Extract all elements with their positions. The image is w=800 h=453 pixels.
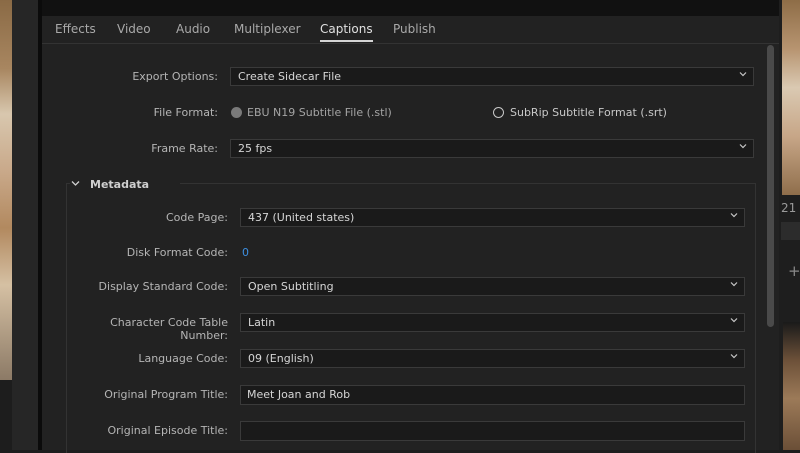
tab-audio[interactable]: Audio: [176, 22, 210, 36]
chevron-down-icon: [739, 70, 747, 78]
plus-icon[interactable]: +: [788, 262, 800, 280]
language-code-label: Language Code:: [72, 352, 228, 365]
language-code-value: 09 (English): [248, 352, 314, 365]
disk-format-code-label: Disk Format Code:: [72, 246, 228, 259]
display-standard-code-value: Open Subtitling: [248, 280, 334, 293]
export-options-value: Create Sidecar File: [238, 70, 341, 83]
left-panel-edge: [12, 0, 38, 450]
frame-rate-select[interactable]: 25 fps: [230, 139, 754, 158]
frame-rate-value: 25 fps: [238, 142, 272, 155]
video-frame-right: [782, 0, 800, 195]
tab-effects[interactable]: Effects: [55, 22, 96, 36]
chevron-down-icon: [730, 211, 738, 219]
code-page-value: 437 (United states): [248, 211, 354, 224]
export-options-label: Export Options:: [82, 70, 218, 83]
character-code-table-label: Character Code Table Number:: [62, 316, 228, 342]
ebu-stl-label: EBU N19 Subtitle File (.stl): [247, 106, 392, 119]
chevron-down-icon: [71, 180, 80, 187]
vertical-scrollbar[interactable]: [767, 45, 774, 327]
disk-format-code-value[interactable]: 0: [242, 246, 249, 259]
tab-publish[interactable]: Publish: [393, 22, 436, 36]
chevron-down-icon: [739, 142, 747, 150]
original-program-title-input[interactable]: Meet Joan and Rob: [240, 385, 745, 405]
tab-captions[interactable]: Captions: [320, 22, 373, 36]
character-code-table-select[interactable]: Latin: [240, 313, 745, 332]
radio-ebu-stl[interactable]: [231, 107, 242, 118]
metadata-title: Metadata: [90, 178, 149, 191]
language-code-select[interactable]: 09 (English): [240, 349, 745, 368]
video-thumbnail-right: [783, 322, 800, 450]
video-frame-left: [0, 0, 12, 380]
timeline-bar: [781, 222, 800, 240]
code-page-select[interactable]: 437 (United states): [240, 208, 745, 227]
export-settings-dialog: Effects Video Audio Multiplexer Captions…: [42, 0, 779, 450]
code-page-label: Code Page:: [72, 211, 228, 224]
subrip-srt-label: SubRip Subtitle Format (.srt): [510, 106, 667, 119]
display-standard-code-label: Display Standard Code:: [72, 280, 228, 293]
original-episode-title-input[interactable]: [240, 421, 745, 441]
original-episode-title-label: Original Episode Title:: [72, 424, 228, 437]
chevron-down-icon: [730, 352, 738, 360]
timecode-fragment: 21: [781, 201, 796, 215]
original-program-title-label: Original Program Title:: [72, 388, 228, 401]
tab-video[interactable]: Video: [117, 22, 151, 36]
tab-multiplexer[interactable]: Multiplexer: [234, 22, 301, 36]
dialog-top-bar: [42, 0, 779, 16]
tab-bar: Effects Video Audio Multiplexer Captions…: [42, 16, 779, 44]
metadata-header[interactable]: Metadata: [70, 177, 180, 193]
character-code-table-value: Latin: [248, 316, 275, 329]
frame-rate-label: Frame Rate:: [82, 142, 218, 155]
original-program-title-value: Meet Joan and Rob: [247, 388, 350, 401]
export-options-select[interactable]: Create Sidecar File: [230, 67, 754, 86]
radio-subrip-srt[interactable]: [493, 107, 504, 118]
chevron-down-icon: [730, 280, 738, 288]
chevron-down-icon: [730, 316, 738, 324]
display-standard-code-select[interactable]: Open Subtitling: [240, 277, 745, 296]
file-format-label: File Format:: [82, 106, 218, 119]
